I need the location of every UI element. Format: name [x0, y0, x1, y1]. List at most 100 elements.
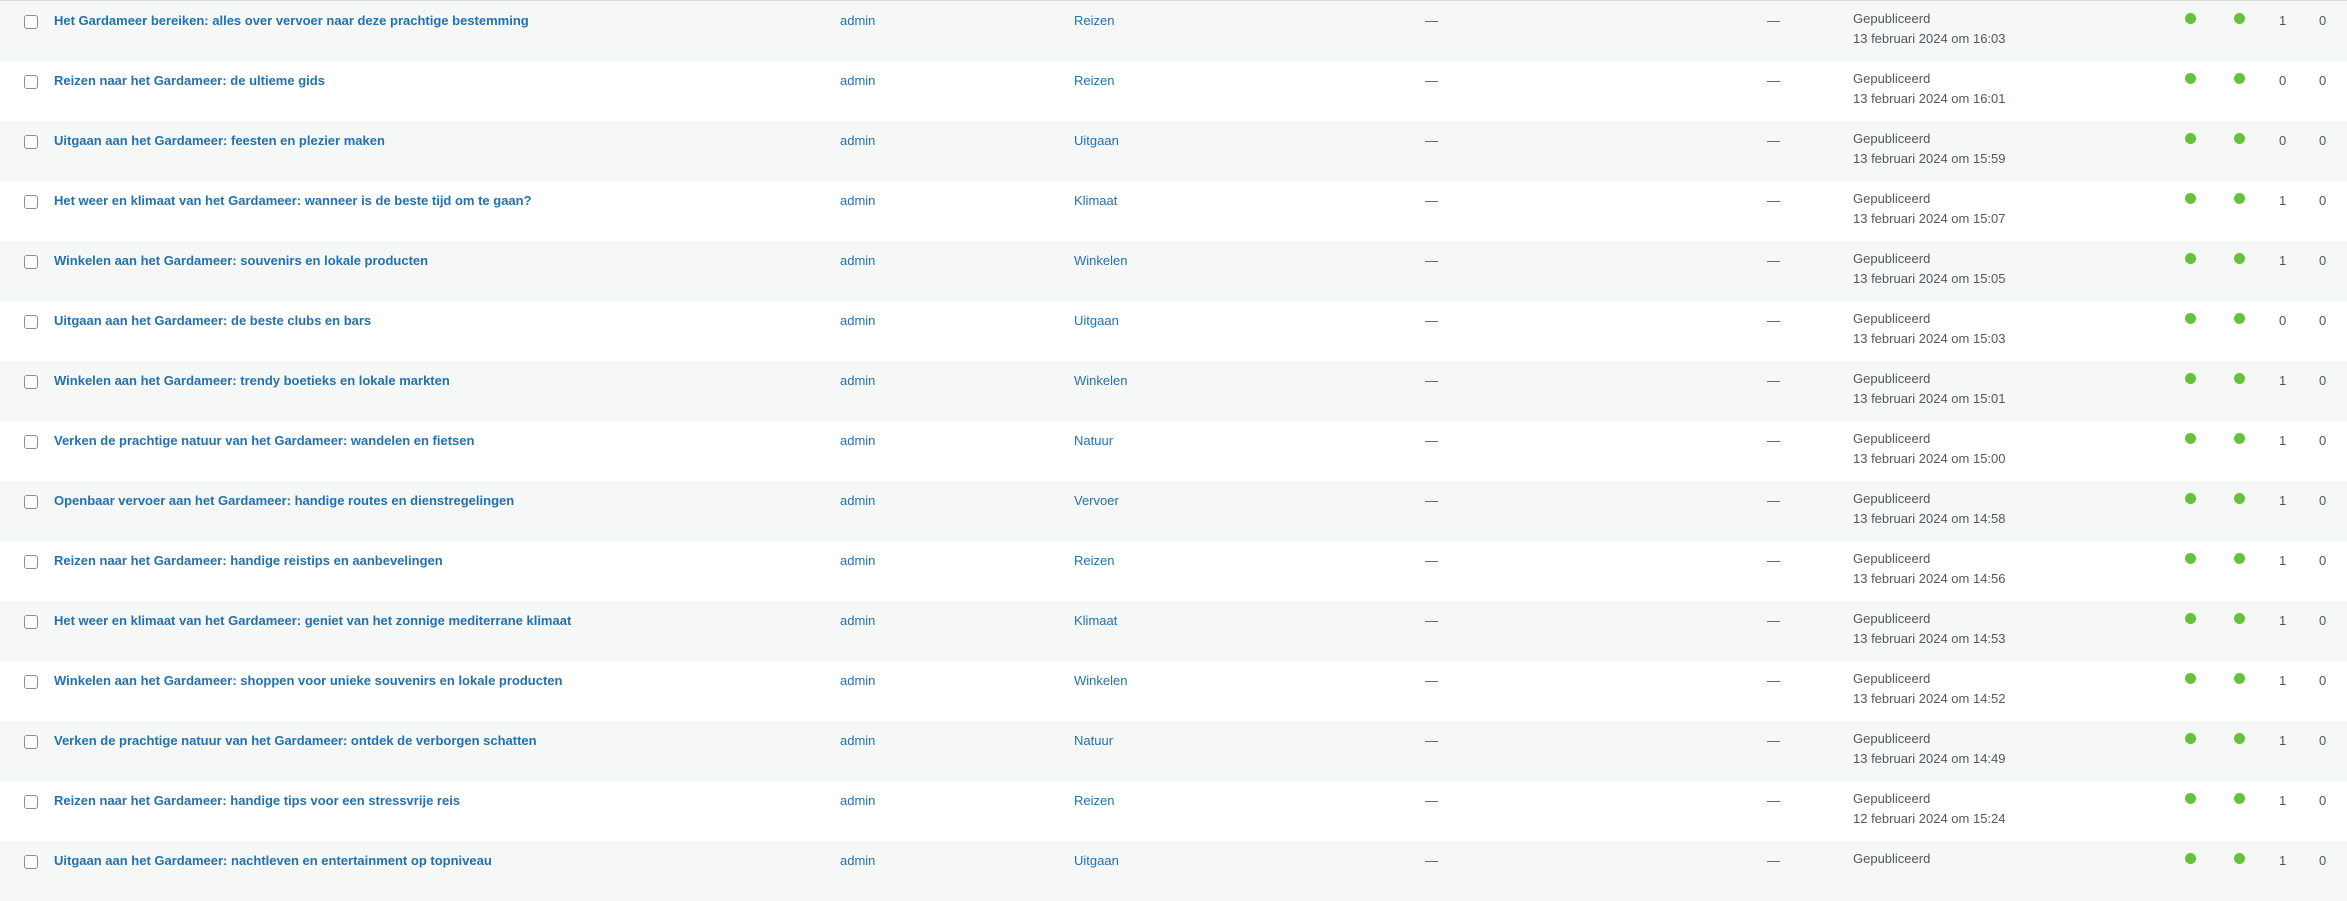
post-comments: —: [1767, 253, 1780, 268]
post-comments: —: [1767, 553, 1780, 568]
post-category-link[interactable]: Reizen: [1074, 793, 1114, 809]
post-category-link[interactable]: Winkelen: [1074, 253, 1127, 269]
post-author-link[interactable]: admin: [840, 493, 875, 509]
row-checkbox[interactable]: [24, 375, 38, 389]
row-checkbox[interactable]: [24, 195, 38, 209]
post-category-link[interactable]: Winkelen: [1074, 673, 1127, 689]
post-category-link[interactable]: Natuur: [1074, 433, 1113, 449]
post-title-link[interactable]: Openbaar vervoer aan het Gardameer: hand…: [54, 493, 514, 509]
post-tags: —: [1425, 733, 1438, 748]
post-title-link[interactable]: Winkelen aan het Gardameer: souvenirs en…: [54, 253, 428, 269]
post-tags: —: [1425, 433, 1438, 448]
post-author-link[interactable]: admin: [840, 253, 875, 269]
post-category-link[interactable]: Reizen: [1074, 13, 1114, 29]
row-checkbox[interactable]: [24, 615, 38, 629]
post-author-link[interactable]: admin: [840, 673, 875, 689]
row-checkbox[interactable]: [24, 855, 38, 869]
post-title-link[interactable]: Winkelen aan het Gardameer: shoppen voor…: [54, 673, 562, 689]
row-checkbox[interactable]: [24, 75, 38, 89]
post-category-link[interactable]: Uitgaan: [1074, 853, 1119, 869]
post-status: Gepubliceerd: [1853, 791, 1931, 806]
row-checkbox[interactable]: [24, 675, 38, 689]
post-author-link[interactable]: admin: [840, 133, 875, 149]
seo-status-dot-icon: [2185, 493, 2196, 504]
post-title-link[interactable]: Reizen naar het Gardameer: handige tips …: [54, 793, 460, 809]
count-column-2: 0: [2319, 133, 2327, 148]
post-category-link[interactable]: Klimaat: [1074, 193, 1117, 209]
post-category-link[interactable]: Klimaat: [1074, 613, 1117, 629]
post-title-link[interactable]: Het weer en klimaat van het Gardameer: w…: [54, 193, 532, 209]
post-title-link[interactable]: Uitgaan aan het Gardameer: feesten en pl…: [54, 133, 385, 149]
post-title-link[interactable]: Verken de prachtige natuur van het Garda…: [54, 433, 474, 449]
row-checkbox[interactable]: [24, 495, 38, 509]
count-column-1: 0: [2279, 133, 2287, 148]
post-tags: —: [1425, 313, 1438, 328]
post-comments: —: [1767, 313, 1780, 328]
row-checkbox[interactable]: [24, 255, 38, 269]
post-date: Gepubliceerd 13 februari 2024 om 16:01: [1853, 69, 2006, 109]
post-author-link[interactable]: admin: [840, 613, 875, 629]
post-tags: —: [1425, 553, 1438, 568]
post-title-link[interactable]: Uitgaan aan het Gardameer: de beste club…: [54, 313, 371, 329]
post-author-link[interactable]: admin: [840, 193, 875, 209]
row-checkbox[interactable]: [24, 315, 38, 329]
readability-status-dot-icon: [2234, 313, 2245, 324]
post-comments: —: [1767, 193, 1780, 208]
post-category-link[interactable]: Uitgaan: [1074, 133, 1119, 149]
table-body: Het Gardameer bereiken: alles over vervo…: [0, 1, 2347, 901]
count-column-2: 0: [2319, 373, 2327, 388]
post-tags: —: [1425, 13, 1438, 28]
post-author-link[interactable]: admin: [840, 793, 875, 809]
post-category-link[interactable]: Vervoer: [1074, 493, 1119, 509]
post-comments: —: [1767, 13, 1780, 28]
post-title-link[interactable]: Verken de prachtige natuur van het Garda…: [54, 733, 537, 749]
table-row: Openbaar vervoer aan het Gardameer: hand…: [0, 481, 2347, 541]
post-author-link[interactable]: admin: [840, 433, 875, 449]
row-checkbox[interactable]: [24, 135, 38, 149]
post-title-link[interactable]: Reizen naar het Gardameer: handige reist…: [54, 553, 443, 569]
post-author-link[interactable]: admin: [840, 73, 875, 89]
table-row: Verken de prachtige natuur van het Garda…: [0, 721, 2347, 781]
post-status: Gepubliceerd: [1853, 611, 1931, 626]
row-checkbox[interactable]: [24, 735, 38, 749]
post-title-link[interactable]: Uitgaan aan het Gardameer: nachtleven en…: [54, 853, 492, 869]
post-title-link[interactable]: Reizen naar het Gardameer: de ultieme gi…: [54, 73, 325, 89]
post-category-link[interactable]: Winkelen: [1074, 373, 1127, 389]
row-checkbox[interactable]: [24, 795, 38, 809]
count-column-1: 1: [2279, 13, 2287, 28]
post-author-link[interactable]: admin: [840, 853, 875, 869]
readability-status-dot-icon: [2234, 673, 2245, 684]
table-row: Winkelen aan het Gardameer: shoppen voor…: [0, 661, 2347, 721]
post-title-link[interactable]: Het weer en klimaat van het Gardameer: g…: [54, 613, 571, 629]
count-column-2: 0: [2319, 253, 2327, 268]
post-category-link[interactable]: Uitgaan: [1074, 313, 1119, 329]
post-category-link[interactable]: Reizen: [1074, 73, 1114, 89]
count-column-2: 0: [2319, 433, 2327, 448]
post-author-link[interactable]: admin: [840, 313, 875, 329]
seo-status-dot-icon: [2185, 133, 2196, 144]
post-category-link[interactable]: Natuur: [1074, 733, 1113, 749]
post-author-link[interactable]: admin: [840, 13, 875, 29]
post-status: Gepubliceerd: [1853, 311, 1931, 326]
post-status: Gepubliceerd: [1853, 251, 1931, 266]
post-author-link[interactable]: admin: [840, 733, 875, 749]
post-tags: —: [1425, 193, 1438, 208]
post-author-link[interactable]: admin: [840, 553, 875, 569]
post-date-time: 13 februari 2024 om 14:53: [1853, 631, 2006, 646]
post-author-link[interactable]: admin: [840, 373, 875, 389]
seo-status-dot-icon: [2185, 673, 2196, 684]
post-status: Gepubliceerd: [1853, 671, 1931, 686]
table-row: Reizen naar het Gardameer: de ultieme gi…: [0, 61, 2347, 121]
post-comments: —: [1767, 673, 1780, 688]
post-status: Gepubliceerd: [1853, 551, 1931, 566]
row-checkbox[interactable]: [24, 555, 38, 569]
post-title-link[interactable]: Winkelen aan het Gardameer: trendy boeti…: [54, 373, 450, 389]
post-category-link[interactable]: Reizen: [1074, 553, 1114, 569]
post-title-link[interactable]: Het Gardameer bereiken: alles over vervo…: [54, 13, 529, 29]
row-checkbox[interactable]: [24, 435, 38, 449]
post-status: Gepubliceerd: [1853, 491, 1931, 506]
post-date-time: 13 februari 2024 om 14:52: [1853, 691, 2006, 706]
table-row: Uitgaan aan het Gardameer: nachtleven en…: [0, 841, 2347, 901]
row-checkbox[interactable]: [24, 15, 38, 29]
post-comments: —: [1767, 133, 1780, 148]
